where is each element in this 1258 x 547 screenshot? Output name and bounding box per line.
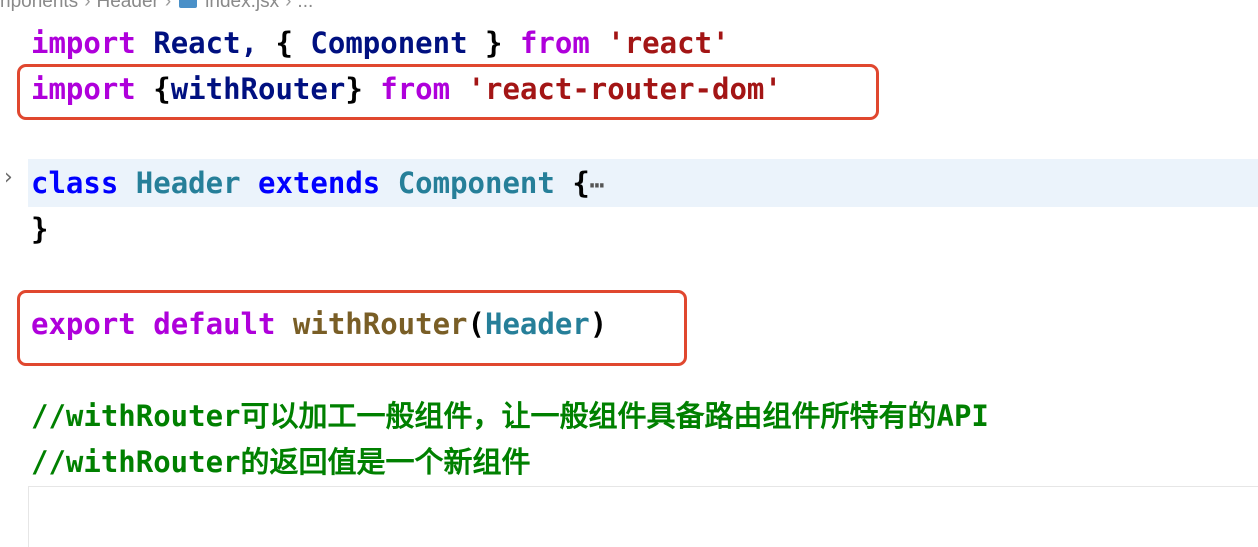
breadcrumb-separator-icon: ›: [84, 0, 91, 12]
breadcrumb-item-file[interactable]: index.jsx: [205, 0, 279, 13]
brace-close: }: [485, 26, 503, 60]
folded-ellipsis-icon[interactable]: ⋯: [590, 171, 604, 199]
code-line-3-folded[interactable]: class Header extends Component {⋯: [31, 161, 604, 205]
chevron-right-icon[interactable]: ›: [4, 165, 13, 190]
jsx-file-icon: [179, 0, 198, 8]
base-class-name: Component: [397, 166, 555, 200]
highlight-box-import-withrouter: [17, 64, 879, 120]
string-module: 'react': [607, 26, 730, 60]
breadcrumb-item-header[interactable]: Header: [97, 0, 159, 13]
identifier-react: React,: [153, 26, 258, 60]
keyword-extends: extends: [258, 166, 381, 200]
breadcrumb-item-more[interactable]: ...: [297, 0, 313, 13]
code-comment-2[interactable]: //withRouter的返回值是一个新组件: [31, 440, 531, 484]
keyword-class: class: [31, 166, 119, 200]
code-line-1[interactable]: import React, { Component } from 'react': [31, 21, 729, 65]
identifier-component: Component: [310, 26, 468, 60]
highlight-box-export-default: [17, 290, 687, 366]
brace-close: }: [31, 212, 49, 246]
keyword-import: import: [31, 26, 136, 60]
class-name: Header: [135, 166, 241, 200]
breadcrumb-separator-icon: ›: [285, 0, 292, 12]
code-line-4[interactable]: }: [31, 207, 48, 251]
breadcrumb-separator-icon: ›: [164, 0, 172, 12]
code-comment-1[interactable]: //withRouter可以加工一般组件，让一般组件具备路由组件所特有的API: [31, 394, 989, 438]
breadcrumb-item-components[interactable]: nponents: [0, 0, 78, 13]
keyword-from: from: [519, 26, 590, 60]
brace-open: {: [275, 26, 293, 60]
brace-open: {: [572, 166, 590, 200]
breadcrumb: nponents › Header › index.jsx › ...: [0, 0, 313, 14]
editor-empty-area[interactable]: [28, 486, 1258, 547]
